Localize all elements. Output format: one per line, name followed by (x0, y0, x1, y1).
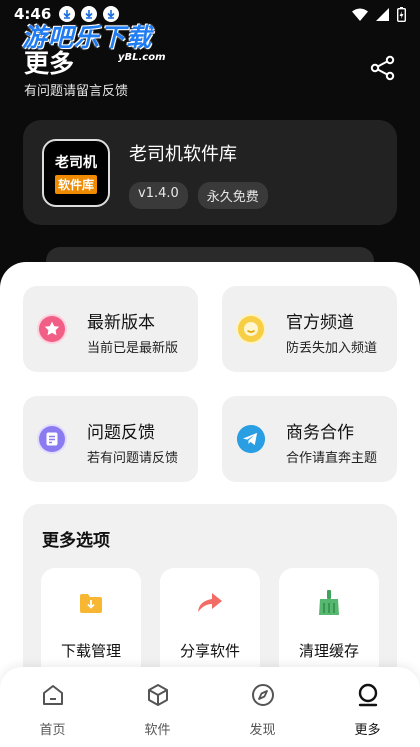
option-label: 清理缓存 (298, 642, 359, 660)
app-logo-line1: 老司机 (55, 155, 97, 171)
share-arrow-icon (195, 588, 225, 618)
nav-label: 软件 (144, 723, 171, 738)
free-badge: 永久免费 (197, 182, 268, 209)
app-name: 老司机软件库 (129, 144, 237, 165)
telegram-icon (236, 424, 266, 454)
app-logo-line2: 软件库 (54, 175, 97, 194)
option-label: 下载管理 (60, 642, 121, 660)
business-cooperation-card[interactable]: 商务合作 合作请直奔主题 (222, 396, 397, 482)
nav-more[interactable]: 更多 (315, 667, 420, 747)
share-app-button[interactable]: 分享软件 (160, 568, 260, 678)
app-logo: 老司机 软件库 (42, 139, 110, 207)
nav-label: 首页 (39, 723, 66, 738)
app-tags: v1.4.0 永久免费 (129, 182, 268, 209)
feature-subtitle: 当前已是最新版 (87, 341, 179, 356)
version-badge: v1.4.0 (129, 182, 188, 209)
feedback-card[interactable]: 问题反馈 若有问题请反馈 (23, 396, 198, 482)
battery-icon (397, 6, 406, 22)
signal-icon (376, 7, 389, 21)
compass-icon (252, 684, 274, 706)
option-label: 分享软件 (179, 642, 240, 660)
app-info-card: 老司机 软件库 老司机软件库 v1.4.0 永久免费 (23, 120, 397, 225)
nav-discover[interactable]: 发现 (210, 667, 315, 747)
page-title: 更多 (24, 49, 75, 78)
feature-title: 商务合作 (286, 423, 354, 443)
nav-software[interactable]: 软件 (105, 667, 210, 747)
star-icon (37, 314, 67, 344)
nav-home[interactable]: 首页 (0, 667, 105, 747)
feedback-icon (37, 424, 67, 454)
user-icon (358, 683, 378, 707)
home-icon (43, 685, 63, 705)
feature-title: 问题反馈 (87, 423, 155, 443)
feature-title: 最新版本 (87, 313, 155, 333)
download-manager-button[interactable]: 下载管理 (41, 568, 141, 678)
more-options-title: 更多选项 (42, 531, 110, 551)
clear-cache-button[interactable]: 清理缓存 (279, 568, 379, 678)
feature-subtitle: 若有问题请反馈 (87, 451, 179, 466)
cube-icon (148, 684, 168, 706)
share-icon (370, 55, 395, 81)
smile-icon (236, 314, 266, 344)
latest-version-card[interactable]: 最新版本 当前已是最新版 (23, 286, 198, 372)
feature-title: 官方频道 (286, 313, 354, 333)
official-channel-card[interactable]: 官方频道 防丢失加入频道 (222, 286, 397, 372)
share-button[interactable] (370, 55, 396, 81)
watermark-domain: yBL.com (118, 52, 166, 63)
nav-label: 更多 (354, 723, 381, 738)
wifi-icon (352, 8, 368, 21)
bottom-navigation: 首页 软件 发现 更多 (0, 667, 420, 747)
feature-subtitle: 合作请直奔主题 (286, 451, 378, 466)
download-folder-icon (76, 588, 106, 618)
feature-subtitle: 防丢失加入频道 (286, 341, 378, 356)
nav-label: 发现 (249, 723, 276, 738)
page-subtitle: 有问题请留言反馈 (24, 84, 129, 99)
broom-icon (314, 588, 344, 618)
